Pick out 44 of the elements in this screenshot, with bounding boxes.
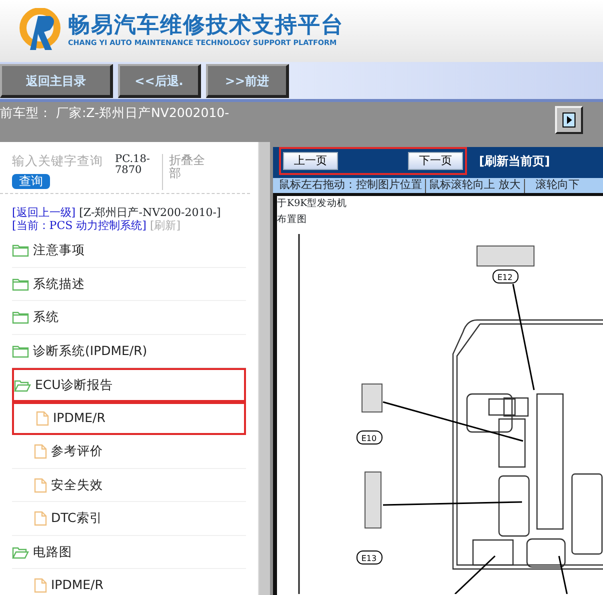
tree-item[interactable]: 注意事项 (12, 234, 246, 268)
tree-item[interactable]: 参考评价 (12, 435, 246, 469)
tree-item[interactable]: 系统 (12, 301, 246, 335)
folder-icon (12, 546, 29, 559)
connector-label: E12 (492, 270, 518, 284)
diagram-caption: 于K9K型发动机 (277, 197, 348, 211)
nav-button[interactable]: 返回主目录 (0, 64, 113, 98)
site-title: 畅易汽车维修技术支持平台 (68, 14, 344, 38)
page-icon (36, 411, 49, 426)
folder-icon (12, 344, 29, 358)
prev-page-button[interactable]: 上一页 (283, 152, 338, 170)
code-label: PC.18-7870 (115, 154, 163, 190)
connector-label: E13 (356, 550, 382, 564)
folder-icon (12, 244, 29, 258)
next-page-button[interactable]: 下一页 (408, 152, 463, 170)
tree-item[interactable]: DTC索引 (12, 502, 246, 536)
model-label: [Z-郑州日产-NV200-2010-] (79, 206, 221, 219)
page-icon (34, 478, 47, 493)
hint-text: 滚轮向下 (536, 178, 580, 193)
folder-icon (12, 278, 29, 291)
tree-item[interactable]: 安全失效 (12, 468, 246, 502)
nav-button[interactable]: >>前进 (206, 64, 289, 98)
connector-label: E10 (356, 430, 382, 444)
hint-text: 鼠标滚轮向上 放大 (429, 178, 520, 193)
back-link[interactable]: [返回上一级] (12, 206, 76, 219)
tree-item[interactable]: IPDME/R (12, 402, 246, 436)
toggle-button[interactable] (555, 106, 583, 134)
scrollbar[interactable] (258, 142, 270, 595)
page-icon (34, 511, 47, 526)
diagram-subtitle: 布置图 (277, 213, 308, 228)
page-icon (34, 444, 47, 460)
folder-icon (12, 311, 29, 324)
hint-text: 鼠标左右拖动：控制图片位置 (279, 178, 422, 193)
nav-button[interactable]: <<后退. (118, 64, 201, 98)
search-button[interactable]: 查询 (12, 174, 50, 189)
tree-item[interactable]: IPDME/R (12, 569, 246, 595)
vehicle-label: 前车型： 厂家:Z-郑州日产NV2002010- (0, 104, 230, 122)
folder-icon (14, 378, 31, 392)
refresh-page-link[interactable]: [刷新当前页] (479, 152, 550, 170)
tree-item[interactable]: 诊断系统(IPDME/R) (12, 334, 246, 368)
tree-item[interactable]: 电路图 (12, 536, 246, 570)
tree-item[interactable]: 系统描述 (12, 268, 246, 302)
tree-item[interactable]: ECU诊断报告 (12, 368, 246, 402)
current-label: [当前：PCS 动力控制系统] (12, 219, 146, 232)
